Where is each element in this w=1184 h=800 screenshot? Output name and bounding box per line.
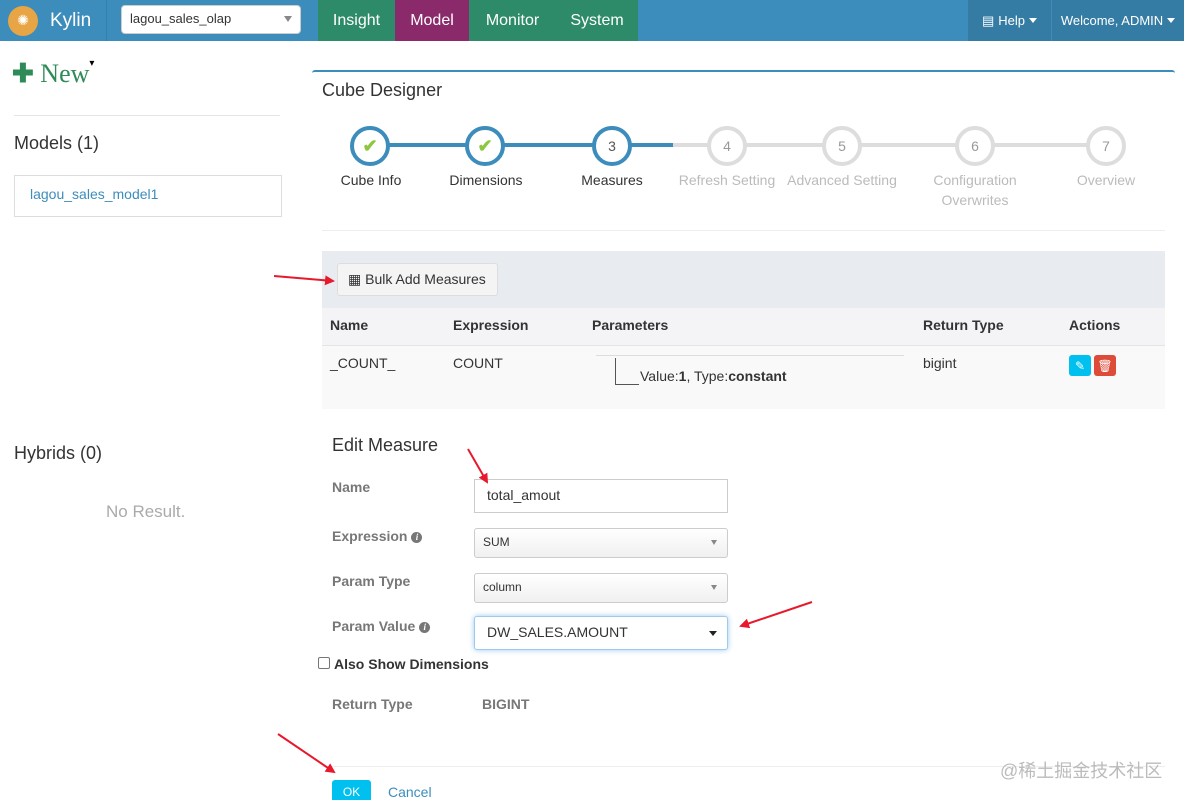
- chevron-down-icon: [711, 540, 717, 545]
- caret-down-icon: ▾: [89, 58, 95, 69]
- project-select[interactable]: lagou_sales_olap: [121, 5, 301, 34]
- also-show-dimensions-checkbox[interactable]: [318, 657, 330, 669]
- hybrids-title: Hybrids (0): [14, 443, 103, 463]
- param-type-label: , Type:: [686, 368, 729, 384]
- measure-name-input[interactable]: total_amout: [474, 479, 728, 513]
- book-icon: ▤: [981, 12, 995, 28]
- param-value-select-value: DW_SALES.AMOUNT: [487, 624, 628, 640]
- tab-model[interactable]: Model: [395, 0, 469, 41]
- check-icon: ✔: [477, 135, 493, 156]
- kylin-logo-icon: ✺: [8, 5, 38, 36]
- column-header-return-type: Return Type: [923, 317, 1004, 333]
- expression-select[interactable]: SUM: [474, 528, 728, 558]
- name-label: Name: [332, 479, 371, 495]
- new-button[interactable]: ✚ New▾: [12, 58, 94, 89]
- hybrids-empty-text: No Result.: [106, 502, 186, 521]
- delete-measure-button[interactable]: 🗑: [1094, 355, 1116, 376]
- info-icon[interactable]: i: [419, 621, 431, 633]
- tab-system[interactable]: System: [556, 0, 638, 41]
- step-7-circle[interactable]: 7: [1086, 126, 1126, 166]
- measure-expression-cell: COUNT: [453, 355, 503, 371]
- step-3-circle[interactable]: 3: [592, 126, 632, 166]
- help-label: Help: [998, 13, 1026, 28]
- measure-return-type-cell: bigint: [923, 355, 957, 371]
- param-value-label: Value:: [640, 368, 679, 384]
- step-2-label: Dimensions: [449, 172, 523, 188]
- chevron-down-icon: [284, 16, 292, 22]
- page-title: Cube Designer: [322, 80, 443, 100]
- chevron-down-icon: [709, 631, 717, 636]
- tab-monitor[interactable]: Monitor: [469, 0, 556, 41]
- column-header-name: Name: [330, 317, 369, 333]
- tree-line: [615, 384, 639, 385]
- column-header-parameters: Parameters: [592, 317, 669, 333]
- step-1-circle[interactable]: ✔: [350, 126, 390, 166]
- step-4-circle[interactable]: 4: [707, 126, 747, 166]
- caret-down-icon: [1029, 18, 1038, 23]
- models-title: Models (1): [14, 133, 100, 153]
- cancel-link[interactable]: Cancel: [388, 784, 432, 800]
- edit-measure-title: Edit Measure: [332, 435, 439, 455]
- chevron-down-icon: [711, 585, 717, 590]
- tree-line: [596, 355, 904, 356]
- param-type-label: Param Type: [332, 573, 411, 589]
- brand-name: Kylin: [50, 9, 92, 31]
- step-5-label: Advanced Setting: [787, 172, 897, 188]
- param-value-label: Param Value i: [332, 618, 431, 634]
- step-3-label: Measures: [581, 172, 643, 188]
- divider: [106, 0, 107, 41]
- return-type-value: BIGINT: [482, 696, 530, 712]
- expression-label: Expression i: [332, 528, 423, 544]
- column-header-expression: Expression: [453, 317, 529, 333]
- step-6-label: Configuration Overwrites: [933, 172, 1017, 208]
- brand[interactable]: ✺ Kylin: [0, 0, 106, 41]
- user-menu[interactable]: Welcome, ADMIN: [1052, 0, 1184, 41]
- step-6-circle[interactable]: 6: [955, 126, 995, 166]
- info-icon[interactable]: i: [411, 531, 423, 543]
- expression-label-text: Expression: [332, 528, 408, 544]
- check-icon: ✔: [362, 135, 378, 156]
- column-header-actions: Actions: [1069, 317, 1121, 333]
- trash-icon: 🗑: [1097, 358, 1113, 373]
- param-value-label-text: Param Value: [332, 618, 416, 634]
- watermark: @稀土掘金技术社区: [1000, 761, 1163, 781]
- bulk-add-label: Bulk Add Measures: [365, 271, 486, 287]
- pencil-icon: ✎: [1074, 358, 1086, 373]
- top-navbar: ✺ Kylin lagou_sales_olap Insight Model M…: [0, 0, 1184, 41]
- new-label: New: [40, 59, 90, 88]
- return-type-label: Return Type: [332, 696, 413, 712]
- edit-measure-button[interactable]: ✎: [1069, 355, 1091, 376]
- caret-down-icon: [1167, 18, 1176, 23]
- step-5-circle[interactable]: 5: [822, 126, 862, 166]
- ok-button[interactable]: OK: [332, 780, 371, 800]
- divider: [14, 115, 280, 116]
- tree-line: [615, 358, 616, 384]
- measure-name-cell: _COUNT_: [330, 355, 396, 371]
- project-select-value: lagou_sales_olap: [130, 11, 232, 26]
- param-value-select[interactable]: DW_SALES.AMOUNT: [474, 616, 728, 650]
- measure-parameters-cell: Value:1, Type:constant: [640, 368, 787, 384]
- expression-select-value: SUM: [483, 535, 510, 549]
- model-item[interactable]: lagou_sales_model1: [14, 175, 282, 217]
- param-type-select[interactable]: column: [474, 573, 728, 603]
- bulk-add-measures-button[interactable]: ▦ Bulk Add Measures: [337, 263, 498, 296]
- step-4-label: Refresh Setting: [678, 172, 776, 188]
- step-1-label: Cube Info: [340, 172, 402, 188]
- tab-insight[interactable]: Insight: [318, 0, 395, 41]
- help-menu[interactable]: ▤ Help: [968, 0, 1051, 41]
- step-7-label: Overview: [1076, 172, 1136, 188]
- calculator-icon: ▦: [348, 271, 362, 287]
- param-type: constant: [728, 368, 787, 384]
- welcome-label: Welcome, ADMIN: [1060, 13, 1164, 28]
- divider: [322, 230, 1165, 231]
- plus-icon: ✚: [12, 58, 34, 88]
- step-2-circle[interactable]: ✔: [465, 126, 505, 166]
- param-type-select-value: column: [483, 580, 522, 594]
- also-show-dimensions-label: Also Show Dimensions: [334, 656, 489, 672]
